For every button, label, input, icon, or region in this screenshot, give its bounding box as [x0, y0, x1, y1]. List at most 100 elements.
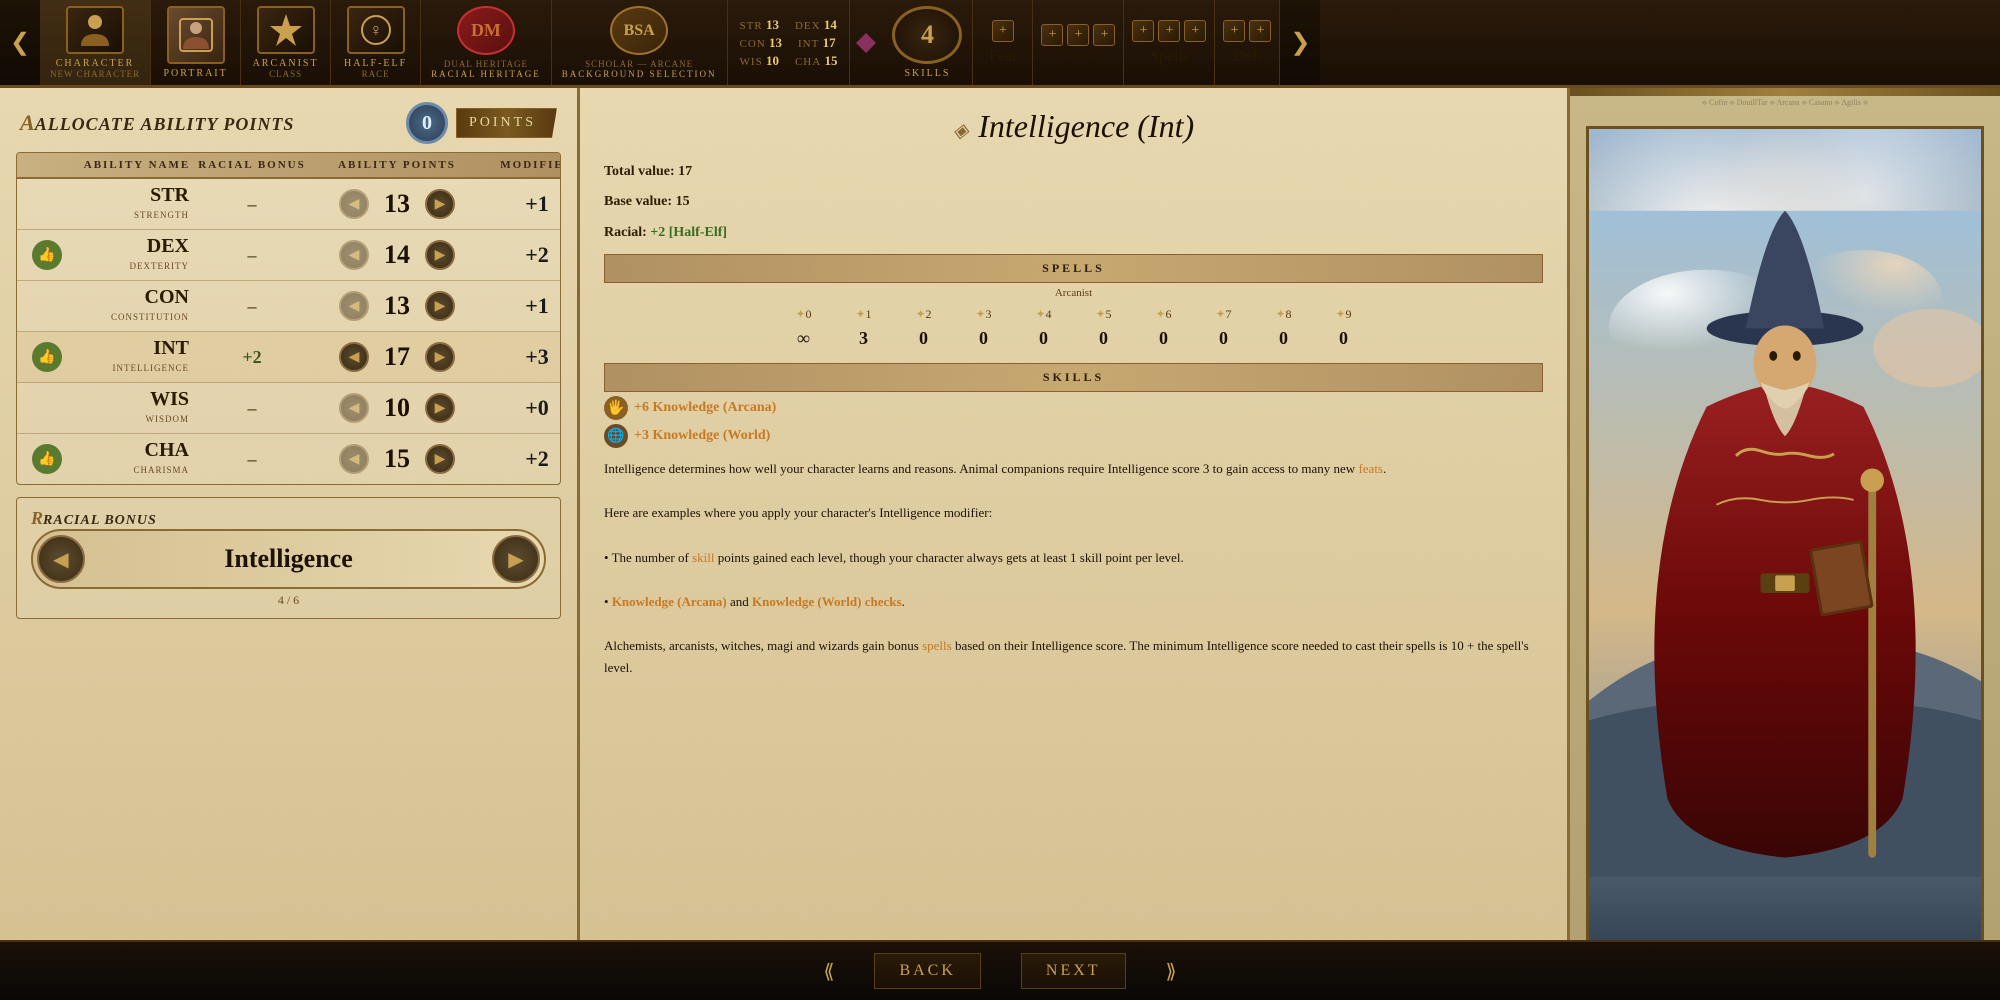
con-abbrev: CON [77, 287, 189, 307]
wis-racial: – [197, 398, 307, 419]
world-skill-icon: 🌐 [604, 424, 628, 448]
ability-row-wis: WIS WISDOM – ◀ 10 ▶ +0 [17, 383, 560, 434]
dex-increment[interactable]: ▶ [425, 240, 455, 270]
wis-decrement[interactable]: ◀ [339, 393, 369, 423]
back-button[interactable]: Back [874, 953, 980, 989]
spell-slot-2: 0 [894, 326, 954, 351]
con-label: CON [740, 38, 766, 50]
class-sublabel: Class [269, 69, 302, 79]
stat-total-line: Total value: 17 [604, 161, 1543, 183]
spell-level-4: ✦4 [1014, 305, 1074, 324]
skills-label: Skills [904, 68, 950, 79]
str-abbrev: STR [77, 185, 189, 205]
nav-diamond-separator [850, 0, 882, 85]
spell-slot-9: 0 [1314, 326, 1374, 351]
nav-right-arrow[interactable]: ❯ [1280, 0, 1320, 85]
cha-increment[interactable]: ▶ [425, 444, 455, 474]
portrait-icon-box [167, 6, 225, 64]
racial-stepper: ◀ Intelligence ▶ [31, 529, 546, 589]
knowledge-world-link[interactable]: Knowledge (World) [752, 594, 861, 609]
nav-item-class[interactable]: Arcanist Class [241, 0, 331, 85]
dex-thumb-icon: 👍 [32, 240, 62, 270]
dex-decrement[interactable]: ◀ [339, 240, 369, 270]
nav-item-background[interactable]: BSA Scholar — Arcane Background Selectio… [552, 0, 728, 85]
spells-plus-btn-3[interactable]: + [1184, 20, 1206, 42]
nav-item-exploits[interactable]: + + + Arcanist Exploits [1033, 0, 1124, 85]
points-badge: 0 Points [406, 102, 557, 144]
nav-item-portrait[interactable]: Portrait [151, 0, 241, 85]
stat-detail-title: Intelligence (Int) [604, 108, 1543, 145]
int-abbrev: INT [77, 338, 189, 358]
skills-circle: 4 [892, 6, 962, 64]
bottom-double-right-arrow[interactable]: ⟫ [1166, 959, 1177, 984]
str-stepper: ◀ 13 ▶ [307, 189, 487, 219]
middle-panel: Intelligence (Int) Total value: 17 Base … [580, 88, 1570, 1000]
feat-label: Feat [989, 48, 1017, 66]
spells-link[interactable]: spells [922, 638, 952, 653]
nav-item-deft[interactable]: + + Deft [1215, 0, 1280, 85]
dex-racial: – [197, 245, 307, 266]
next-button[interactable]: Next [1021, 953, 1126, 989]
nav-item-race[interactable]: ♀ Half-Elf Race [331, 0, 421, 85]
wis-increment[interactable]: ▶ [425, 393, 455, 423]
allocate-header: AAllocate Ability Points 0 Points [0, 88, 577, 152]
class-icon [257, 6, 315, 54]
main-content: AAllocate Ability Points 0 Points Abilit… [0, 88, 2000, 1000]
int-full: INTELLIGENCE [113, 363, 189, 373]
con-decrement[interactable]: ◀ [339, 291, 369, 321]
feats-link[interactable]: feats [1358, 461, 1383, 476]
deft-plus-btn-1[interactable]: + [1223, 20, 1245, 42]
deft-plus-btn-2[interactable]: + [1249, 20, 1271, 42]
bottom-double-left-arrow[interactable]: ⟪ [823, 959, 834, 984]
racial-prev-btn[interactable]: ◀ [37, 535, 85, 583]
nav-item-skills[interactable]: 4 Skills [882, 0, 973, 85]
wis-stepper: ◀ 10 ▶ [307, 393, 487, 423]
cha-label: CHA [795, 56, 821, 68]
exploits-plus-btn-3[interactable]: + [1093, 24, 1115, 46]
world-skill-name: Knowledge (World) [652, 428, 770, 444]
cha-racial: – [197, 449, 307, 470]
str-decrement[interactable]: ◀ [339, 189, 369, 219]
racial-heritage-label: Racial Heritage [431, 69, 541, 79]
int-stepper: ◀ 17 ▶ [307, 342, 487, 372]
skill-entry-world: 🌐 +3 Knowledge (World) [604, 424, 1543, 448]
checks-link[interactable]: checks [865, 594, 902, 609]
allocate-title: AAllocate Ability Points [20, 110, 294, 136]
back-label: Back [899, 962, 955, 980]
spells-plus-btn-2[interactable]: + [1158, 20, 1180, 42]
con-modifier: +1 [487, 293, 561, 319]
exploits-plus-btn-1[interactable]: + [1041, 24, 1063, 46]
spells-plus-btn-1[interactable]: + [1132, 20, 1154, 42]
int-increment[interactable]: ▶ [425, 342, 455, 372]
portrait-top-border [1570, 88, 2000, 96]
int-label: INT [798, 38, 819, 50]
feat-plus-btn[interactable]: + [992, 20, 1014, 42]
ability-scores-nav: STR 13 DEX 14 CON 13 INT 17 WIS 10 CHA 1… [728, 0, 851, 85]
exploits-plus-btn-2[interactable]: + [1067, 24, 1089, 46]
cha-decrement[interactable]: ◀ [339, 444, 369, 474]
knowledge-arcana-link[interactable]: Knowledge (Arcana) [612, 594, 727, 609]
str-full: STRENGTH [134, 210, 189, 220]
con-increment[interactable]: ▶ [425, 291, 455, 321]
nav-item-feat[interactable]: + Feat [973, 0, 1033, 85]
str-racial: – [197, 194, 307, 215]
int-decrement[interactable]: ◀ [339, 342, 369, 372]
col-header-modifier: Modifier [487, 159, 561, 171]
nav-item-racial-heritage[interactable]: DM Dual Heritage Racial Heritage [421, 0, 552, 85]
base-label: Base value: [604, 194, 672, 209]
dex-full: DEXTERITY [130, 261, 190, 271]
col-header-ability: Ability Name [77, 159, 197, 171]
nav-item-character[interactable]: Character New Character [40, 0, 151, 85]
str-name-cell: STR STRENGTH [77, 185, 197, 223]
nav-left-arrow[interactable]: ❮ [0, 0, 40, 85]
skill-link[interactable]: skill [692, 550, 714, 565]
str-increment[interactable]: ▶ [425, 189, 455, 219]
character-svg-art [1589, 129, 1981, 959]
cha-full: CHARISMA [133, 465, 189, 475]
class-nav-label: Arcanist [253, 58, 319, 69]
dex-modifier: +2 [487, 242, 561, 268]
nav-item-spells[interactable]: + + + Spells [1124, 0, 1215, 85]
racial-next-btn[interactable]: ▶ [492, 535, 540, 583]
wis-abbrev: WIS [77, 389, 189, 409]
base-value: 15 [676, 194, 690, 209]
